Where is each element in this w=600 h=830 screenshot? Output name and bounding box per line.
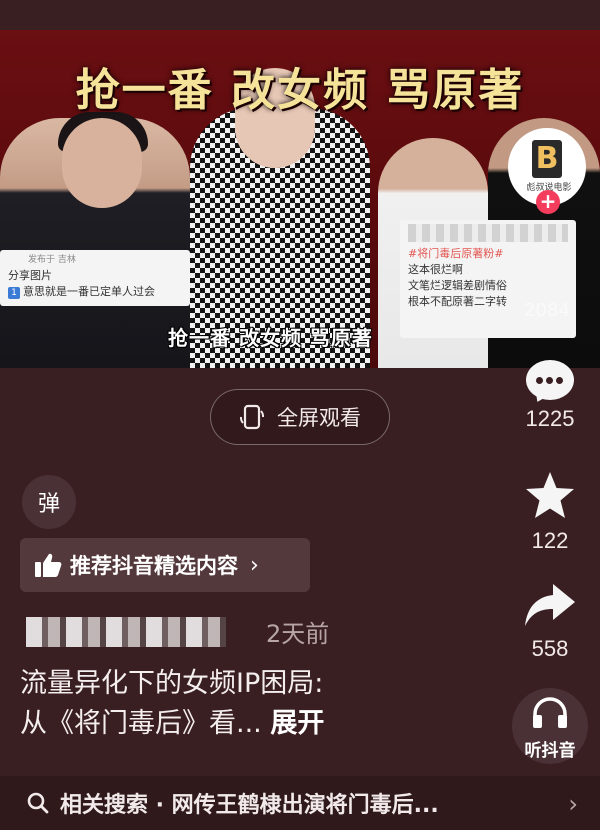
favorite-button[interactable]: 122: [520, 470, 580, 554]
status-area: [0, 0, 600, 30]
comment-bubble-icon: [524, 358, 576, 405]
screenshot-card-left: 发布于 吉林 分享图片 1 意思就是一番已定单人过会: [0, 250, 190, 306]
comment-count: 1225: [525, 406, 575, 431]
favorite-count: 122: [531, 528, 569, 553]
recommend-button[interactable]: 推荐抖音精选内容 ›: [20, 538, 310, 592]
recommend-label: 推荐抖音精选内容: [70, 554, 238, 578]
listen-label: 听抖音: [524, 741, 576, 761]
share-arrow-icon: [525, 584, 575, 626]
related-search-bar[interactable]: 相关搜索 · 网传王鹤棣出演将门毒后... ›: [0, 776, 600, 830]
danmu-toggle[interactable]: 弹: [22, 475, 76, 529]
author-name-blurred[interactable]: [26, 616, 226, 647]
creator-logo: B: [532, 140, 562, 178]
creator-avatar[interactable]: B 彪叔说电影 +: [508, 128, 592, 214]
plus-icon[interactable]: +: [536, 190, 560, 214]
related-search-text: 相关搜索 · 网传王鹤棣出演将门毒后...: [60, 793, 439, 818]
card-meta: 发布于 吉林: [28, 255, 76, 265]
card-text: 意思就是一番已定单人过会: [23, 285, 155, 298]
caption-line-2: 从《将门毒后》看...: [20, 708, 262, 739]
fullscreen-button[interactable]: 全屏观看: [210, 389, 390, 445]
video-subtitle: 抢一番 改女频 骂原著: [168, 326, 373, 350]
card-line: 这本很烂啊: [408, 263, 463, 276]
star-icon: [526, 472, 574, 518]
blurred-username: [408, 224, 568, 242]
caption-line-1: 流量异化下的女频IP困局:: [20, 668, 324, 699]
person-figure: [0, 112, 190, 368]
video-caption[interactable]: 流量异化下的女频IP困局: 从《将门毒后》看... 展开: [20, 664, 500, 744]
card-line: 文笔烂逻辑差剧情俗: [408, 279, 507, 292]
share-count: 558: [531, 636, 569, 661]
fullscreen-label: 全屏观看: [277, 406, 361, 430]
headphones-icon: [533, 697, 567, 728]
card-share-label: 分享图片: [8, 269, 52, 282]
author-row: 2天前: [26, 614, 329, 649]
search-icon: [27, 792, 49, 814]
chevron-right-icon: ›: [568, 790, 578, 818]
faded-count: 2084: [524, 300, 570, 321]
share-button[interactable]: 558: [520, 582, 580, 662]
rotate-screen-icon: [239, 404, 265, 430]
expand-button[interactable]: 展开: [270, 708, 324, 739]
chevron-right-icon: ›: [250, 552, 259, 578]
video-banner-title: 抢一番 改女频 骂原著: [75, 65, 525, 116]
post-time: 2天前: [266, 620, 330, 648]
thumbs-up-icon: [35, 553, 62, 577]
comment-button[interactable]: 1225: [520, 358, 580, 432]
card-hashtag: #将门毒后原著粉#: [408, 247, 504, 260]
number-badge: 1: [8, 287, 20, 299]
listen-button[interactable]: 听抖音: [512, 688, 588, 764]
danmu-label: 弹: [37, 492, 60, 517]
